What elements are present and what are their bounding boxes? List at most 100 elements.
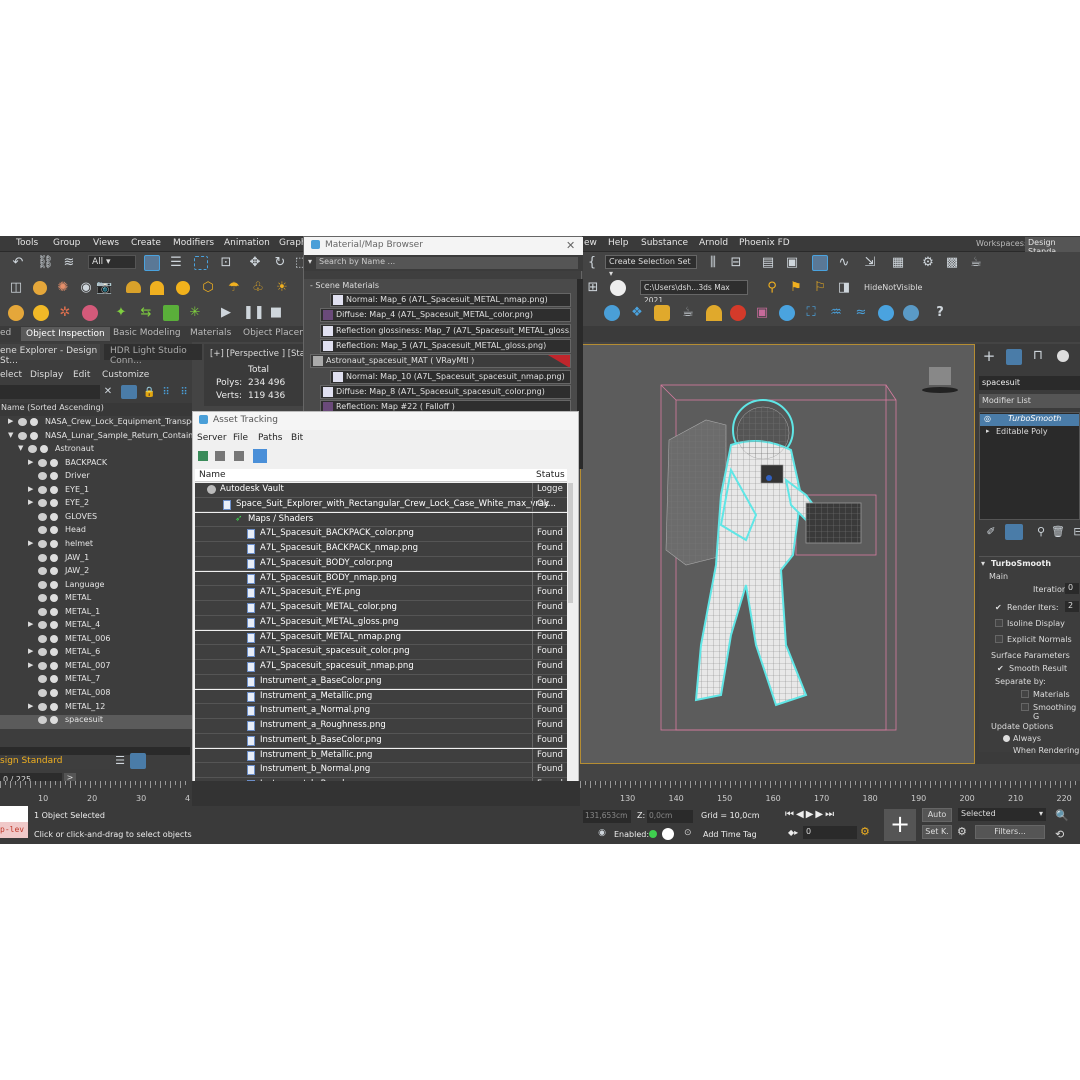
scene-tree-item[interactable]: METAL_1 [0, 607, 192, 621]
map-entry[interactable]: Reflection: Map_5 (A7L_Spacesuit_METAL_g… [320, 338, 571, 353]
visibility-eye-icon[interactable] [38, 594, 47, 603]
vray-mtl-icon[interactable] [82, 305, 98, 321]
menu-select[interactable]: elect [0, 370, 22, 380]
always-radio[interactable] [1003, 735, 1010, 742]
expand-arrow-icon[interactable]: ▶ [28, 458, 33, 466]
freeze-toggle-icon[interactable] [50, 472, 58, 481]
vray-fur-icon[interactable]: ⇆ [138, 305, 154, 321]
timeline[interactable]: 10 20 30 4 130 140 150 160 170 180 190 200 210 220 [0, 781, 1080, 806]
visibility-eye-icon[interactable] [38, 716, 47, 725]
collapse-arrow-icon[interactable]: ▼ [8, 431, 13, 439]
phoenix-foam-icon[interactable]: ▣ [754, 305, 770, 321]
smoothing-groups-checkbox[interactable] [1021, 703, 1029, 711]
open-icon[interactable]: ◫ [8, 280, 24, 296]
asset-scrollbar[interactable] [568, 483, 573, 603]
tab-scene-explorer[interactable]: ene Explorer - Design St... [0, 344, 100, 366]
scene-search-input[interactable] [0, 385, 100, 399]
window-crossing-icon[interactable]: ⊡ [218, 255, 234, 271]
make-unique-icon[interactable]: ⚲ [1033, 524, 1049, 540]
key-mode-icon[interactable]: ◆▸ [788, 828, 798, 837]
render-iters-checkbox[interactable]: ✔ [995, 603, 1002, 612]
key-filter-icon[interactable]: ⚙ [957, 825, 967, 838]
phoenix-fire-icon[interactable]: ❖ [629, 305, 645, 321]
toggle-ribbon-icon[interactable] [812, 255, 828, 271]
menu-arnold[interactable]: Arnold [699, 238, 728, 248]
align-icon[interactable]: ⊟ [728, 255, 744, 271]
phoenix-splash-icon[interactable]: ♒ [828, 305, 844, 321]
asset-row[interactable]: A7L_Spacesuit_BACKPACK_color.png Found [195, 527, 567, 542]
bind-spacewarp-icon[interactable]: ≋ [61, 255, 77, 271]
asset-row[interactable]: A7L_Spacesuit_METAL_nmap.png Found [195, 630, 567, 646]
asset-titlebar[interactable]: Asset Tracking [193, 412, 578, 430]
show-end-result-icon[interactable] [1005, 524, 1023, 540]
playback-controls[interactable]: ⏮◀▶▶⏭ [785, 809, 836, 820]
viewcube[interactable] [929, 367, 951, 385]
map-entry[interactable]: Reflection glossiness: Map_7 (A7L_Spaces… [320, 323, 571, 338]
material-icon[interactable]: ✺ [55, 280, 71, 296]
zoom-icon[interactable]: 🔍 [1055, 809, 1069, 822]
asset-row[interactable]: Autodesk Vault Logge [195, 483, 567, 498]
expand-arrow-icon[interactable]: ▶ [28, 647, 33, 655]
asset-row[interactable]: Instrument_b_BaseColor.png Found [195, 733, 567, 749]
freeze-toggle-icon[interactable] [50, 689, 58, 697]
scene-materials-header[interactable]: - Scene Materials [310, 281, 379, 290]
clear-icon[interactable]: ✕ [101, 385, 115, 399]
visibility-eye-icon[interactable] [38, 553, 47, 562]
scene-scrollbar[interactable] [0, 747, 190, 755]
map-entry[interactable]: Normal: Map_6 (A7L_Spacesuit_METAL_nmap.… [330, 293, 571, 307]
menu-group[interactable]: Group [53, 238, 80, 248]
visibility-eye-icon[interactable] [38, 580, 47, 589]
scene-tree-item[interactable]: ▼ Astronaut [0, 444, 192, 458]
asset-row[interactable]: A7L_Spacesuit_BODY_color.png Found [195, 556, 567, 572]
explicit-normals-checkbox[interactable] [995, 635, 1003, 643]
scene-tree-item[interactable]: ▶ BACKPACK [0, 458, 192, 472]
layers-icon[interactable]: ☰ [112, 753, 128, 769]
map-entry[interactable]: Normal: Map_10 (A7L_Spacesuit_spacesuit_… [330, 369, 571, 384]
pause-icon[interactable]: ❚❚ [243, 305, 265, 321]
scene-tree-item[interactable]: METAL_7 [0, 674, 192, 688]
visibility-eye-icon[interactable] [38, 607, 47, 616]
visibility-eye-icon[interactable] [38, 472, 47, 481]
lock-icon[interactable]: 🔒 [143, 385, 155, 401]
mat-browser-titlebar[interactable]: Material/Map Browser ✕ [304, 237, 583, 255]
mesh-light-icon[interactable]: ♧ [250, 280, 266, 296]
selection-filter-dropdown[interactable]: All ▾ [88, 255, 136, 269]
vray-light-icon[interactable] [33, 305, 49, 321]
scene-tree-item[interactable]: JAW_1 [0, 553, 192, 567]
scene-tree-item[interactable]: Driver [0, 471, 192, 485]
project-path-field[interactable]: C:\Users\dsh...3ds Max 2021 [640, 280, 748, 305]
scene-tree-item[interactable]: JAW_2 [0, 566, 192, 580]
dome-light-icon[interactable] [176, 281, 190, 295]
vray-proxy-icon[interactable]: ✦ [113, 305, 129, 321]
modifier-list-dropdown[interactable]: Modifier List [979, 394, 1080, 408]
asset-row[interactable]: Instrument_a_BaseColor.png Found [195, 674, 567, 690]
freeze-toggle-icon[interactable] [30, 431, 38, 440]
stop-icon[interactable]: ■ [268, 305, 284, 321]
ribbon-tab-basic-modeling[interactable]: Basic Modeling [113, 328, 181, 338]
map-entry[interactable]: Diffuse: Map_8 (A7L_Spacesuit_spacesuit_… [320, 384, 571, 399]
add-time-tag[interactable]: Add Time Tag [703, 830, 757, 839]
scene-tree-item[interactable]: Language [0, 580, 192, 594]
visibility-eye-icon[interactable] [38, 512, 47, 521]
light-icon[interactable] [33, 281, 47, 295]
asset-row[interactable]: Instrument_a_Roughness.png Found [195, 719, 567, 734]
menu-phoenix[interactable]: Phoenix FD [739, 238, 790, 248]
visibility-eye-icon[interactable] [38, 539, 47, 548]
asset-row[interactable]: Instrument_a_Normal.png Found [195, 704, 567, 719]
hide-icon[interactable]: ◨ [836, 280, 852, 296]
scene-tree-item[interactable]: ▶ helmet [0, 539, 192, 553]
ribbon-tab-object-placement[interactable]: Object Placem [243, 328, 308, 338]
smooth-result-checkbox[interactable]: ✔ [997, 664, 1004, 673]
filter-icon[interactable] [121, 385, 137, 399]
render-iters-spinner[interactable]: 2 [1065, 601, 1079, 612]
rotate-icon[interactable]: ↻ [272, 255, 288, 271]
orbit-icon[interactable]: ⟲ [1055, 828, 1064, 841]
phoenix-ocean-icon[interactable] [779, 305, 795, 321]
menu-view[interactable]: ew [584, 238, 597, 248]
toggle-layer-icon[interactable]: ▣ [784, 255, 800, 271]
freeze-toggle-icon[interactable] [40, 445, 48, 454]
sphere-icon[interactable]: ◉ [78, 280, 94, 296]
x-coordinate-field[interactable]: 131,653cm [583, 810, 631, 823]
vray-plane-icon[interactable] [163, 305, 179, 321]
menu-help[interactable]: Help [608, 238, 629, 248]
